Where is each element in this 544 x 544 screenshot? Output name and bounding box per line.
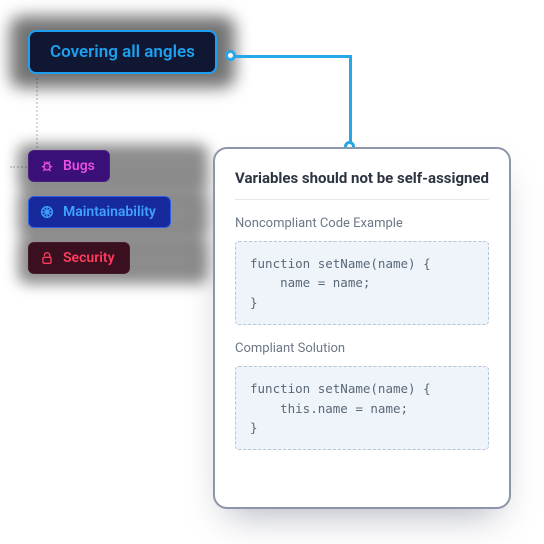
connector-vertical — [349, 55, 352, 147]
header-pill: Covering all angles — [28, 30, 217, 74]
noncompliant-code: function setName(name) { name = name; } — [235, 241, 489, 325]
maintainability-icon — [39, 204, 55, 220]
category-list: Bugs Maintainability — [28, 150, 198, 288]
connector-horizontal — [230, 55, 352, 58]
category-label: Bugs — [63, 158, 95, 174]
lock-icon — [39, 250, 55, 266]
rule-title: Variables should not be self-assigned — [235, 169, 489, 200]
bug-icon — [39, 158, 55, 174]
category-item-maintainability[interactable]: Maintainability — [28, 196, 198, 228]
header-title: Covering all angles — [50, 42, 195, 62]
category-item-security[interactable]: Security — [28, 242, 198, 274]
compliant-label: Compliant Solution — [235, 341, 489, 356]
connector-dot-start — [225, 50, 236, 61]
diagram-canvas: Covering all angles Bugs — [0, 0, 544, 544]
noncompliant-label: Noncompliant Code Example — [235, 216, 489, 231]
compliant-code: function setName(name) { this.name = nam… — [235, 366, 489, 450]
category-label: Maintainability — [63, 204, 156, 220]
category-item-bugs[interactable]: Bugs — [28, 150, 198, 182]
category-label: Security — [63, 250, 115, 266]
header-pill-wrap: Covering all angles — [28, 30, 217, 74]
rule-card: Variables should not be self-assigned No… — [213, 147, 511, 509]
